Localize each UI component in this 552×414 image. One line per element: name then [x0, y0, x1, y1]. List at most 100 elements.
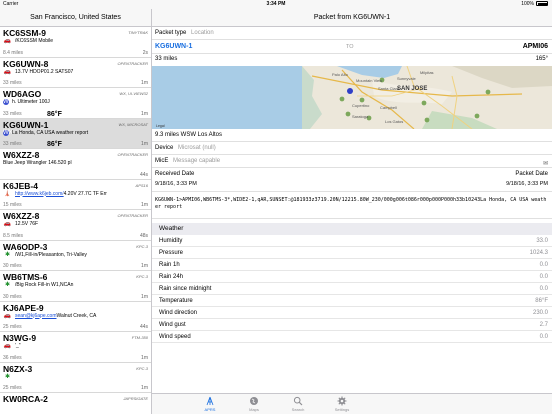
station-source: KPC-3 [136, 243, 148, 249]
station-source: WX, UI-VIEW32 [119, 91, 148, 96]
station-distance: 25 miles [3, 385, 22, 391]
station-row[interactable]: W6XZZ-8 OPENTRACKER 🚗 12.5V 76F 8.5 miles 48s [0, 210, 151, 241]
device-label: Device [155, 145, 174, 151]
status-bar: Carrier 3:34 PM 100% [0, 0, 552, 9]
distance-row: 33 miles 165° [152, 54, 552, 65]
location-map[interactable]: Sunnyvale Milpitas Santa Clara SAN JOSE … [152, 66, 552, 129]
battery-status: 100% [521, 1, 548, 7]
mice-label: MicE [155, 158, 169, 164]
weather-value: 2.7 [539, 322, 548, 328]
station-distance: 15 miles [3, 202, 22, 208]
station-age: 1m [141, 263, 148, 269]
aprs-symbol-icon: 🚗 [3, 343, 12, 349]
station-comment: /KC6SSM Mobile [15, 38, 54, 44]
station-callsign: K6JEB-4 [3, 180, 38, 191]
station-callsign: W6XZZ-8 [3, 211, 40, 221]
search-icon [293, 396, 303, 406]
tab-aprs[interactable]: APRS [195, 396, 225, 412]
weather-section-header: Weather [152, 223, 552, 235]
station-row[interactable]: WA6ODP-3 KPC-3 ✱ /W1,Fill-in/Pleasanton, Tr… [0, 241, 151, 271]
weather-label: Pressure [159, 250, 184, 256]
battery-percent: 100% [521, 1, 534, 7]
weather-value: 0.0 [539, 262, 548, 268]
station-age: 1m [141, 202, 148, 208]
station-callsign: KW0RCA-2 [3, 394, 48, 404]
packet-detail-panel: Packet from KG6UWN-1 Packet type Locatio… [152, 9, 552, 414]
station-link[interactable]: http://www.k6jeb.com/ [15, 191, 64, 197]
station-link[interactable]: sean@kj6ape.com [15, 313, 57, 319]
tab-bar: APRS Maps Search Settings [152, 393, 552, 414]
station-row[interactable]: KW0RCA-2 JAPRSIGATE [0, 393, 151, 414]
map-place-label: Santa Clara [378, 86, 400, 91]
station-row[interactable]: KC6SSM-9 TINYTRAK 🚗/KC6SSM Mobile 8.4 miles… [0, 27, 151, 58]
tab-label: Settings [334, 407, 350, 412]
antenna-icon [206, 396, 214, 406]
station-distance: 25 miles [3, 324, 22, 330]
station-age: 1m [141, 385, 148, 391]
station-comment-line: WX La Honda, CA USA weather report [3, 129, 88, 136]
tab-label: Search [291, 407, 305, 412]
station-list[interactable]: KC6SSM-9 TINYTRAK 🚗/KC6SSM Mobile 8.4 miles… [0, 27, 151, 414]
station-age: 1m [141, 293, 148, 300]
tab-label: APRS [204, 407, 216, 412]
station-source: OPENTRACKER [117, 152, 148, 157]
received-date-label: Received Date [155, 171, 195, 177]
tab-settings[interactable]: Settings [327, 396, 357, 412]
station-age: 1m [141, 110, 148, 117]
station-callsign: N3WG-9 [3, 333, 37, 343]
station-row[interactable]: WB6TMS-6 KPC-3 ✱ /Big Rock Fill-in W1,NCAn 3… [0, 271, 151, 302]
station-row[interactable]: KG6UWN-1 WX, MICROSAT WX La Honda, CA USA w… [0, 118, 151, 149]
weather-label: Rain 1h [159, 262, 180, 268]
distance-value: 33 miles [155, 56, 178, 62]
station-row[interactable]: N3WG-9 FTM-350 🚗 '_" 36 miles 1m [0, 332, 151, 363]
packet-type-label: Packet type [155, 30, 187, 36]
tab-search[interactable]: Search [283, 396, 313, 412]
weather-row: Wind gust 2.7 [152, 319, 552, 331]
station-source: WX, MICROSAT [118, 121, 148, 127]
weather-label: Wind gust [159, 322, 186, 328]
weather-row: Temperature 86°F [152, 295, 552, 307]
station-comment-line: 🚗 '_" [3, 343, 21, 349]
map-place-label: Campbell [380, 105, 397, 110]
packet-type-row: Packet type Location [152, 27, 552, 40]
aprs-symbol-icon: 🚗 [3, 68, 12, 75]
station-comment: 13.7V HDOP01.2 SATS07 [15, 68, 74, 75]
map-place-label: Palo Alto [332, 72, 348, 77]
station-source: JAPRSIGATE [123, 396, 148, 401]
aprs-symbol-icon: ✱ [4, 282, 11, 288]
station-comment-line: ✱ [3, 374, 15, 380]
map-legal-link[interactable]: Legal [156, 124, 165, 128]
packet-title: Packet from KG6UWN-1 [152, 9, 552, 27]
station-comment-line: Blue Jeep Wrangler 146.520 pl [3, 160, 72, 166]
station-age: 48s [139, 232, 148, 239]
weather-value: 0.0 [539, 286, 548, 292]
raw-packet: KG6UWN-1>APMI06,WB6TMS-3*,WIDE2-1,qAR,SU… [152, 192, 552, 219]
station-distance: 30 miles [3, 263, 22, 269]
station-age: 2s [142, 49, 148, 56]
device-row: Device Microsat (null) [152, 142, 552, 155]
tab-maps[interactable]: Maps [239, 396, 269, 412]
aprs-symbol-icon: 🚗 [3, 221, 12, 227]
station-comment-extra: Walnut Creek, CA [56, 312, 97, 319]
weather-value: 86°F [535, 298, 548, 304]
station-distance: 33 miles [3, 141, 22, 147]
station-row[interactable]: KG6UWN-8 OPENTRACKER 🚗 13.7V HDOP01.2 SATS0… [0, 58, 151, 88]
station-age: 1m [141, 354, 148, 361]
station-comment-line: ✱ /W1,Fill-in/Pleasanton, Tri-Valley [3, 252, 87, 258]
station-comment-line: ✱ /Big Rock Fill-in W1,NCAn [3, 282, 73, 288]
station-age: 44s [139, 324, 148, 330]
station-source: OPENTRACKER [117, 60, 148, 66]
aprs-symbol-icon: 🚗 [3, 312, 12, 319]
weather-row: Pressure 1024.3 [152, 247, 552, 259]
map-place-label: SAN JOSE [397, 86, 428, 92]
station-row[interactable]: KJ6APE-9 🚗 sean@kj6ape.com Walnut Creek, C… [0, 302, 151, 332]
station-row[interactable]: W6XZZ-8 OPENTRACKER Blue Jeep Wrangler 146… [0, 149, 151, 180]
station-row[interactable]: N6ZX-3 KPC-3 ✱ 25 miles 1m [0, 363, 151, 393]
location-title: San Francisco, United States [0, 9, 151, 27]
from-callsign[interactable]: KG6UWN-1 [155, 40, 192, 54]
station-comment: /Big Rock Fill-in W1,NCAn [15, 282, 74, 288]
station-row[interactable]: WD6AGO WX, UI-VIEW32 WX h. Ultimeter 100J 33… [0, 88, 151, 119]
weather-label: Rain since midnight [159, 286, 212, 292]
station-age: 1m [141, 141, 148, 147]
station-row[interactable]: K6JEB-4 APS16 🗼 http://www.k6jeb.com/ 4.20V… [0, 180, 151, 210]
